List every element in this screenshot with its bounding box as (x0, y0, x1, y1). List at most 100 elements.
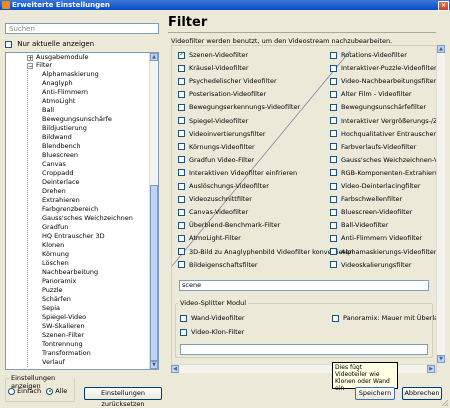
tree-item[interactable]: Löschen (42, 259, 69, 268)
scroll-up-icon[interactable]: ▲ (150, 53, 158, 61)
filter-option[interactable]: Videoinvertierungsfilter (178, 130, 266, 139)
checkbox[interactable] (178, 50, 185, 59)
checkbox[interactable] (330, 182, 337, 190)
tree-item[interactable]: SW-Skalieren (42, 322, 85, 331)
tree-item[interactable]: AtmoLight (42, 97, 75, 106)
checkbox[interactable] (330, 169, 337, 177)
scroll-down-icon[interactable]: ▼ (150, 361, 158, 369)
scroll-left-icon[interactable]: ◀ (171, 365, 179, 373)
filter-option[interactable]: Bewegungserkennungs-Videofilter (178, 103, 300, 112)
checkbox[interactable] (330, 130, 337, 138)
tree-item[interactable]: Bluescreen (42, 151, 78, 160)
expand-icon[interactable]: + (27, 55, 33, 62)
checkbox[interactable] (178, 221, 185, 229)
tree-item[interactable]: Anti-Flimmern (42, 88, 88, 97)
filter-option[interactable]: Anti-Flimmern Videofilter (330, 234, 422, 243)
tree-item[interactable]: Puzzle (42, 286, 63, 295)
tree-item[interactable]: Gauss'sches Weichzeichnen (42, 214, 133, 223)
checkbox[interactable] (330, 51, 337, 59)
scroll-up-icon[interactable]: ▲ (437, 45, 445, 53)
checkbox[interactable] (178, 156, 185, 164)
filter-option[interactable]: Alter Film - Videofilter (330, 90, 412, 99)
filter-option[interactable]: Canvas-Videofilter (178, 208, 248, 217)
tree-item[interactable]: Sepia (42, 304, 60, 313)
filter-option[interactable]: Überblend-Benchmark-Filter (178, 221, 280, 230)
filter-option[interactable]: Posterisation-Videofilter (178, 90, 266, 99)
tree-item[interactable]: Panoramix (42, 277, 76, 286)
tree-item[interactable]: Canvas (42, 160, 66, 169)
filter-option[interactable]: Psychedelischer Videofilter (178, 77, 277, 86)
filter-option[interactable]: Bildeigenschaftsfilter (178, 261, 258, 270)
checkbox[interactable] (180, 314, 187, 322)
tree-item[interactable]: Alphamaskierung (42, 70, 99, 79)
filter-option[interactable]: Bluescreen-Videofilter (330, 208, 412, 217)
radio-simple[interactable] (8, 387, 15, 395)
search-input[interactable]: Suchen (5, 23, 159, 34)
checkbox[interactable] (330, 208, 337, 216)
tree-item[interactable]: Blendbench (42, 142, 80, 151)
checkbox[interactable] (330, 143, 337, 151)
tree-item[interactable]: Ball (42, 106, 54, 115)
tree-item[interactable]: Extrahieren (42, 196, 80, 205)
checkbox[interactable] (330, 77, 337, 85)
panel-scrollbar[interactable]: ▲ ▼ (436, 45, 445, 363)
collapse-icon[interactable]: − (27, 63, 33, 70)
checkbox[interactable] (178, 169, 185, 177)
only-current-checkbox[interactable]: Nur aktuelle anzeigen (5, 40, 94, 49)
tree-item[interactable]: Bildwand (42, 133, 72, 142)
checkbox[interactable] (178, 208, 185, 216)
filter-option[interactable]: Gauss'sches Weichzeichnen-Videof (330, 156, 436, 165)
tree-item[interactable]: Nachbearbeitung (42, 268, 98, 277)
filter-option[interactable]: Video-Nachbearbeitungsfilter (330, 77, 436, 86)
filter-option[interactable]: Video-Klon-Filter (180, 328, 244, 337)
checkbox[interactable] (178, 143, 185, 151)
tree-item[interactable]: Deinterlace (42, 178, 80, 187)
tree-item[interactable]: Schärfen (42, 295, 71, 304)
filter-option[interactable]: Video-Deinterlacingfilter (330, 182, 420, 191)
checkbox[interactable] (330, 117, 337, 124)
filter-option[interactable]: Rotations-Videofilter (330, 51, 407, 60)
checkbox[interactable] (178, 195, 185, 203)
reset-settings-button[interactable]: Einstellungen zurücksetzen (84, 387, 162, 408)
checkbox[interactable] (178, 130, 185, 138)
filter-option[interactable]: Spiegel-Videofilter (178, 117, 248, 126)
tree-item[interactable]: Croppadd (42, 169, 74, 178)
filter-option[interactable]: AtmoLight-Filter (178, 234, 241, 243)
tree-item[interactable]: Körnung (42, 250, 69, 259)
checkbox[interactable] (178, 248, 185, 255)
filter-option[interactable]: Panoramix: Mauer mit Überlappungs (332, 314, 436, 323)
filter-option[interactable]: Gradfun Video-Filter (178, 156, 254, 165)
filter-option[interactable]: Wand-Videofilter (180, 314, 245, 323)
settings-tree[interactable]: + Ausgabemodule − Filter Alphamaskierung… (5, 52, 159, 370)
filter-option[interactable]: Videozuschnittfilter (178, 195, 252, 204)
scroll-thumb[interactable] (150, 185, 158, 361)
close-icon[interactable]: × (438, 1, 449, 11)
tree-item[interactable]: Verlauf (42, 358, 65, 367)
checkbox[interactable] (330, 103, 337, 111)
tree-item[interactable]: Bewegungsunschärfe (42, 115, 112, 124)
filter-option[interactable]: Interaktiver Vergrößerungs-/Zoom (330, 117, 436, 126)
checkbox[interactable] (5, 40, 12, 48)
filter-option[interactable]: Interaktiver-Puzzle-Videofilter (330, 64, 436, 73)
checkbox[interactable] (178, 117, 185, 124)
filter-option[interactable]: Farbschwellenfilter (330, 195, 402, 204)
tree-item[interactable]: Bildjustierung (42, 124, 87, 133)
checkbox[interactable] (330, 221, 337, 229)
tree-item[interactable]: Spiegel-Video (42, 313, 86, 322)
splitter-text-input[interactable] (180, 344, 428, 355)
checkbox[interactable] (332, 314, 339, 322)
checkbox[interactable] (178, 234, 185, 242)
checkbox[interactable] (330, 64, 337, 72)
tree-item[interactable]: Klonen (42, 241, 64, 250)
filter-option[interactable]: Kräusel-Videofilter (178, 64, 249, 73)
tree-item[interactable]: Farbgrenzbereich (42, 205, 98, 214)
cancel-button[interactable]: Abbrechen (402, 387, 442, 400)
filter-option[interactable]: Ball-Videofilter (330, 221, 388, 230)
resize-grip-icon[interactable] (441, 399, 449, 407)
tree-item[interactable]: Transformation (42, 349, 91, 358)
filter-option[interactable]: Körnungs-Videofilter (178, 143, 255, 152)
filter-option[interactable]: RGB-Komponenten-Extrahierungs- (330, 169, 436, 178)
checkbox[interactable] (330, 156, 337, 164)
filter-option[interactable]: 3D-Bild zu Anaglyphenbild Videofilter ko… (178, 248, 353, 257)
tree-item[interactable]: HQ Entrauscher 3D (42, 232, 105, 241)
